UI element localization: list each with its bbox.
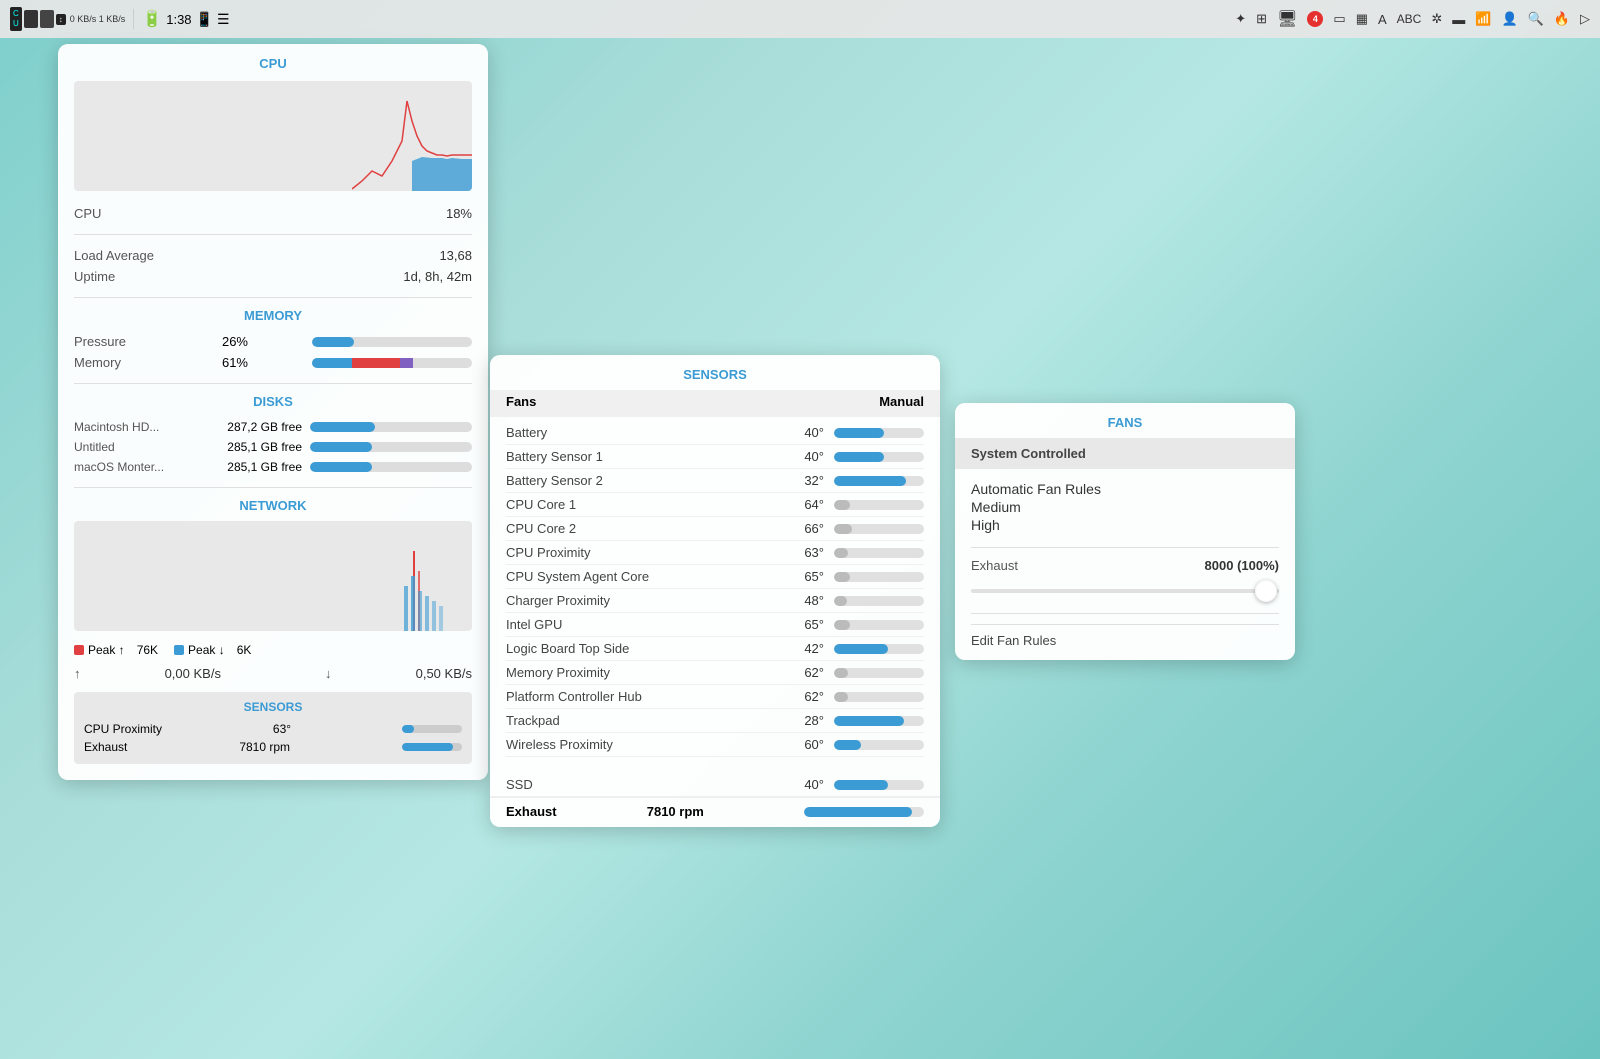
peak-up-dot xyxy=(74,645,84,655)
mem-indicator xyxy=(24,10,38,28)
exhaust-value: 8000 (100%) xyxy=(1205,558,1279,573)
exhaust-label: Exhaust xyxy=(971,558,1018,573)
system-controlled: System Controlled xyxy=(955,438,1295,469)
menubar-time: 1:38 xyxy=(166,12,191,27)
network-title: NETWORK xyxy=(74,498,472,513)
menubar: CU ↕ 0 KB/s 1 KB/s 🔋 1:38 📱 ☰ ✦ ⊞ 🖥 4 ▭ … xyxy=(0,0,1600,38)
bluetooth-icon[interactable]: ✲ xyxy=(1431,11,1442,27)
load-avg-row: Load Average 13,68 xyxy=(74,245,472,266)
sensors-panel-title: SENSORS xyxy=(490,355,940,390)
sensors-bottom: SENSORS CPU Proximity 63° Exhaust 7810 r… xyxy=(74,692,472,764)
abc-label: ABC xyxy=(1397,12,1422,26)
apps-icon[interactable]: ✦ xyxy=(1235,11,1246,27)
sensor-battery-1: Battery Sensor 1 40° xyxy=(506,445,924,469)
sensor-cpu-core2: CPU Core 2 66° xyxy=(506,517,924,541)
sensor-cpu-agent: CPU System Agent Core 65° xyxy=(506,565,924,589)
sensor-cpu-prox: CPU Proximity 63° xyxy=(506,541,924,565)
cpu-stat-row: CPU 18% xyxy=(74,203,472,224)
search-icon[interactable]: 🔍 xyxy=(1528,11,1544,27)
pressure-row: Pressure 26% xyxy=(74,331,472,352)
battery-menu-icon[interactable]: ▬ xyxy=(1452,12,1465,27)
sensor-cpu-core1: CPU Core 1 64° xyxy=(506,493,924,517)
sensors-fans-row: Fans Manual xyxy=(490,390,940,417)
disk-row-2: macOS Monter... 285,1 GB free xyxy=(74,457,472,477)
wifi-icon[interactable]: 📶 xyxy=(1475,11,1491,27)
fans-label: Fans xyxy=(506,394,536,409)
memory-row: Memory 61% xyxy=(74,352,472,373)
slider-thumb[interactable] xyxy=(1255,580,1277,602)
cpu-graph xyxy=(74,81,472,191)
ssd-indicator xyxy=(40,10,54,28)
sensor-battery-2: Battery Sensor 2 32° xyxy=(506,469,924,493)
sensor-wireless-prox: Wireless Proximity 60° xyxy=(506,733,924,757)
uptime-row: Uptime 1d, 8h, 42m xyxy=(74,266,472,287)
cpu-title: CPU xyxy=(74,56,472,71)
battery-icon: 🔋 xyxy=(142,9,162,29)
sensor-memory-prox: Memory Proximity 62° xyxy=(506,661,924,685)
sensor-ssd: SSD 40° xyxy=(490,773,940,797)
notification-badge[interactable]: 4 xyxy=(1307,11,1323,27)
slider-track xyxy=(971,589,1279,593)
disk-row-0: Macintosh HD... 287,2 GB free xyxy=(74,417,472,437)
exhaust-value-sensors: 7810 rpm xyxy=(647,804,704,819)
exhaust-sensor-row: Exhaust 7810 rpm xyxy=(84,738,462,756)
fans-panel: FANS System Controlled Automatic Fan Rul… xyxy=(955,403,1295,660)
net-icon: ↕ xyxy=(56,14,66,25)
user-icon[interactable]: 👤 xyxy=(1501,11,1517,27)
disks-title: DISKS xyxy=(74,394,472,409)
peak-down-dot xyxy=(174,645,184,655)
menubar-right: ✦ ⊞ 🖥 4 ▭ ▦ A ABC ✲ ▬ 📶 👤 🔍 🔥 ▷ xyxy=(1235,9,1590,29)
sensor-charger-prox: Charger Proximity 48° xyxy=(506,589,924,613)
font-icon[interactable]: A xyxy=(1378,12,1387,27)
display-icon[interactable]: ▭ xyxy=(1333,11,1345,27)
network-graph xyxy=(74,521,472,631)
exhaust-row: Exhaust 8000 (100%) xyxy=(971,558,1279,573)
cpu-indicator: CU xyxy=(10,7,22,30)
play-icon[interactable]: ▷ xyxy=(1580,11,1590,27)
peak-row: Peak ↑ 76K Peak ↓ 6K xyxy=(74,643,472,657)
menubar-left: CU ↕ 0 KB/s 1 KB/s 🔋 1:38 📱 ☰ xyxy=(10,7,230,30)
sensors-bottom-title: SENSORS xyxy=(84,700,462,714)
sensors-exhaust-row: Exhaust 7810 rpm xyxy=(490,797,940,827)
sensor-trackpad: Trackpad 28° xyxy=(506,709,924,733)
ssd-section-label xyxy=(490,761,940,773)
auto-fan-rules[interactable]: Automatic Fan Rules xyxy=(971,481,1279,497)
list-icon: ☰ xyxy=(217,11,230,28)
fans-high[interactable]: High xyxy=(971,517,1279,533)
disk-row-1: Untitled 285,1 GB free xyxy=(74,437,472,457)
barcode-icon[interactable]: ▦ xyxy=(1356,11,1368,27)
layers-icon[interactable]: ⊞ xyxy=(1256,11,1267,27)
up-rate-row: ↑ 0,00 KB/s ↓ 0,50 KB/s xyxy=(74,663,472,684)
sensors-table: Battery 40° Battery Sensor 1 40° Battery… xyxy=(490,417,940,761)
fans-body: Automatic Fan Rules Medium High Exhaust … xyxy=(955,469,1295,660)
sensors-panel: SENSORS Fans Manual Battery 40° Battery … xyxy=(490,355,940,827)
sensor-logic-board: Logic Board Top Side 42° xyxy=(506,637,924,661)
fans-medium[interactable]: Medium xyxy=(971,499,1279,515)
fans-value: Manual xyxy=(879,394,924,409)
fan-speed-slider[interactable] xyxy=(971,581,1279,601)
exhaust-label-sensors: Exhaust xyxy=(506,804,557,819)
fans-title: FANS xyxy=(955,403,1295,438)
cpu-prox-sensor-row: CPU Proximity 63° xyxy=(84,720,462,738)
phone-icon: 📱 xyxy=(196,11,213,28)
cpu-panel: CPU CPU 18% Load Average 13,68 Uptime 1d… xyxy=(58,44,488,780)
sensor-battery: Battery 40° xyxy=(506,421,924,445)
monitor-icon[interactable]: 🖥 xyxy=(1277,9,1297,29)
sensor-pch: Platform Controller Hub 62° xyxy=(506,685,924,709)
memory-title: MEMORY xyxy=(74,308,472,323)
flame-icon[interactable]: 🔥 xyxy=(1554,11,1570,27)
edit-fan-rules[interactable]: Edit Fan Rules xyxy=(971,624,1279,648)
net-stats: 0 KB/s 1 KB/s xyxy=(70,14,126,25)
sensor-intel-gpu: Intel GPU 65° xyxy=(506,613,924,637)
